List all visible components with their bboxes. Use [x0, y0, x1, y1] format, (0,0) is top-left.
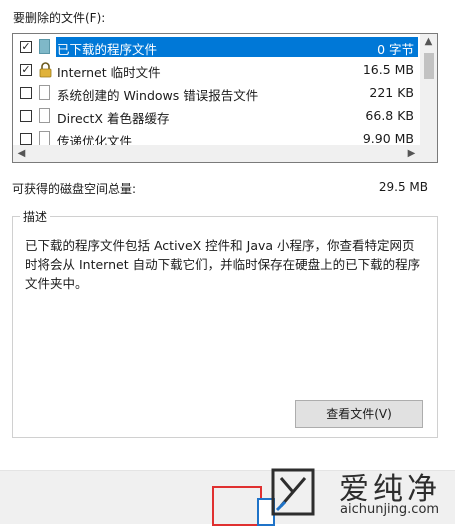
file-name: 系统创建的 Windows 错误报告文件 — [57, 88, 259, 103]
file-size: 221 KB — [369, 85, 414, 100]
file-icon — [39, 108, 50, 123]
description-title: 描述 — [20, 208, 51, 225]
file-checkbox[interactable]: ✓ — [20, 64, 32, 76]
file-checkbox[interactable] — [20, 87, 32, 99]
files-rows: ✓ 已下载的程序文件 0 字节 ✓ Internet 临时文件 16.5 MB — [13, 36, 418, 151]
view-files-button[interactable]: 查看文件(V) — [295, 400, 423, 428]
file-size: 16.5 MB — [362, 62, 414, 77]
scroll-up-icon[interactable]: ▲ — [420, 34, 437, 50]
file-size: 9.90 MB — [362, 131, 414, 146]
disk-cleanup-dialog: 要删除的文件(F): ✓ 已下载的程序文件 0 字节 ✓ Internet 临时… — [0, 0, 455, 526]
lock-icon — [39, 62, 52, 78]
file-size: 66.8 KB — [365, 108, 414, 123]
scroll-thumb[interactable] — [424, 53, 434, 79]
scrollbar-corner — [420, 145, 437, 162]
watermark-url: aichunjing.com — [340, 502, 440, 517]
file-icon — [39, 85, 50, 100]
file-row-error-reports[interactable]: 系统创建的 Windows 错误报告文件 221 KB — [13, 82, 418, 105]
scroll-left-icon[interactable]: ◀ — [13, 145, 30, 162]
file-name: Internet 临时文件 — [57, 65, 161, 80]
file-icon — [39, 131, 50, 146]
horizontal-scrollbar[interactable]: ◀ ▶ — [13, 145, 420, 162]
scroll-right-icon[interactable]: ▶ — [403, 145, 420, 162]
files-to-delete-label: 要删除的文件(F): — [13, 11, 106, 25]
watermark: 爱纯净 aichunjing.com — [265, 462, 455, 523]
file-row-internet-temp[interactable]: ✓ Internet 临时文件 16.5 MB — [13, 59, 418, 82]
files-listbox[interactable]: ✓ 已下载的程序文件 0 字节 ✓ Internet 临时文件 16.5 MB — [12, 33, 438, 163]
space-gained-value: 29.5 MB — [378, 180, 428, 194]
file-checkbox[interactable]: ✓ — [20, 41, 32, 53]
watermark-logo-icon — [271, 468, 315, 516]
program-files-icon — [39, 39, 50, 54]
file-size: 0 字节 — [377, 42, 414, 57]
space-gained-label: 可获得的磁盘空间总量: — [12, 182, 137, 196]
file-row-directx-cache[interactable]: DirectX 着色器缓存 66.8 KB — [13, 105, 418, 128]
file-name: DirectX 着色器缓存 — [57, 111, 170, 126]
description-text: 已下载的程序文件包括 ActiveX 控件和 Java 小程序，你查看特定网页时… — [25, 238, 421, 291]
file-name: 已下载的程序文件 — [57, 42, 158, 57]
file-row-downloaded-programs[interactable]: ✓ 已下载的程序文件 0 字节 — [13, 36, 418, 59]
vertical-scrollbar[interactable]: ▲ ▼ — [420, 34, 437, 162]
file-checkbox[interactable] — [20, 133, 32, 145]
file-checkbox[interactable] — [20, 110, 32, 122]
highlight-box — [212, 486, 262, 526]
